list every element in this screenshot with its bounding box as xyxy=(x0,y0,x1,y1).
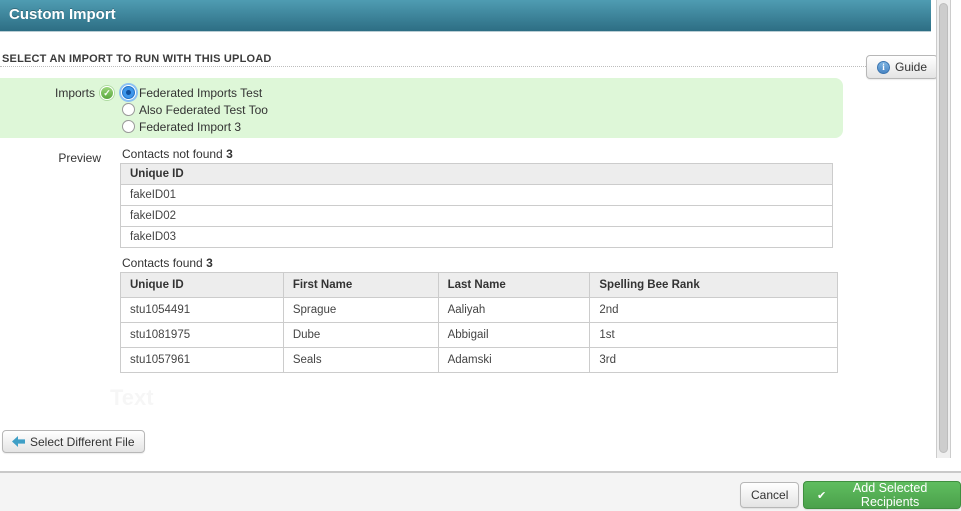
column-header: Last Name xyxy=(438,273,590,298)
table-header-row: Unique ID xyxy=(121,164,833,185)
column-header: Unique ID xyxy=(121,273,284,298)
select-different-file-label: Select Different File xyxy=(30,435,135,449)
scrollbar-track[interactable] xyxy=(936,0,951,458)
table-cell: Sprague xyxy=(283,298,438,323)
check-circle-icon: ✓ xyxy=(100,86,114,100)
watermark-text: Text xyxy=(110,385,154,411)
import-option-label: Federated Imports Test xyxy=(139,86,262,100)
column-header: First Name xyxy=(283,273,438,298)
contacts-found-count: 3 xyxy=(206,256,213,270)
import-option[interactable]: Also Federated Test Too xyxy=(122,101,268,118)
guide-button[interactable]: i Guide xyxy=(866,55,938,79)
table-cell: stu1054491 xyxy=(121,298,284,323)
table-cell: Adamski xyxy=(438,348,590,373)
caption-text: Contacts not found xyxy=(122,147,223,161)
modal-header: Custom Import xyxy=(0,0,931,32)
dotted-divider xyxy=(0,66,934,67)
contacts-found-table: Unique IDFirst NameLast NameSpelling Bee… xyxy=(120,272,838,373)
imports-field-label: Imports xyxy=(0,86,95,100)
section-heading: SELECT AN IMPORT TO RUN WITH THIS UPLOAD xyxy=(2,53,272,65)
table-row: fakeID01 xyxy=(121,185,833,206)
table-row: fakeID03 xyxy=(121,227,833,248)
contacts-not-found-count: 3 xyxy=(226,147,233,161)
table-cell: fakeID02 xyxy=(121,206,833,227)
add-selected-recipients-label: Add Selected Recipients xyxy=(833,481,947,509)
table-cell: Abbigail xyxy=(438,323,590,348)
info-icon: i xyxy=(877,61,890,74)
check-icon: ✔ xyxy=(817,489,826,502)
column-header: Spelling Bee Rank xyxy=(590,273,838,298)
radio-selected[interactable] xyxy=(122,86,135,99)
table-cell: stu1057961 xyxy=(121,348,284,373)
table-cell: stu1081975 xyxy=(121,323,284,348)
import-option-label: Federated Import 3 xyxy=(139,120,241,134)
table-cell: fakeID01 xyxy=(121,185,833,206)
scrollbar-thumb[interactable] xyxy=(939,3,948,453)
preview-field-label: Preview xyxy=(0,151,101,165)
import-option[interactable]: Federated Imports Test xyxy=(122,84,268,101)
cancel-button-label: Cancel xyxy=(751,488,788,502)
guide-button-label: Guide xyxy=(895,60,927,74)
radio-unselected[interactable] xyxy=(122,120,135,133)
page-title: Custom Import xyxy=(9,6,116,23)
radio-unselected[interactable] xyxy=(122,103,135,116)
table-cell: Seals xyxy=(283,348,438,373)
contacts-not-found-caption: Contacts not found 3 xyxy=(122,147,233,161)
contacts-found-caption: Contacts found 3 xyxy=(122,256,213,270)
table-cell: 2nd xyxy=(590,298,838,323)
table-cell: fakeID03 xyxy=(121,227,833,248)
table-header-row: Unique IDFirst NameLast NameSpelling Bee… xyxy=(121,273,838,298)
table-cell: Dube xyxy=(283,323,438,348)
arrow-left-icon xyxy=(12,436,25,447)
cancel-button[interactable]: Cancel xyxy=(740,482,799,508)
table-row: stu1054491SpragueAaliyah2nd xyxy=(121,298,838,323)
custom-import-modal: Custom Import SELECT AN IMPORT TO RUN WI… xyxy=(0,0,961,511)
imports-radio-group: Federated Imports Test Also Federated Tes… xyxy=(122,84,268,135)
import-option[interactable]: Federated Import 3 xyxy=(122,118,268,135)
table-row: stu1057961SealsAdamski3rd xyxy=(121,348,838,373)
table-cell: 3rd xyxy=(590,348,838,373)
table-cell: 1st xyxy=(590,323,838,348)
table-row: fakeID02 xyxy=(121,206,833,227)
import-option-label: Also Federated Test Too xyxy=(139,103,268,117)
column-header: Unique ID xyxy=(121,164,833,185)
contacts-not-found-table: Unique IDfakeID01fakeID02fakeID03 xyxy=(120,163,833,248)
select-different-file-button[interactable]: Select Different File xyxy=(2,430,145,453)
add-selected-recipients-button[interactable]: ✔ Add Selected Recipients xyxy=(803,481,961,509)
table-row: stu1081975DubeAbbigail1st xyxy=(121,323,838,348)
caption-text: Contacts found xyxy=(122,256,203,270)
table-cell: Aaliyah xyxy=(438,298,590,323)
